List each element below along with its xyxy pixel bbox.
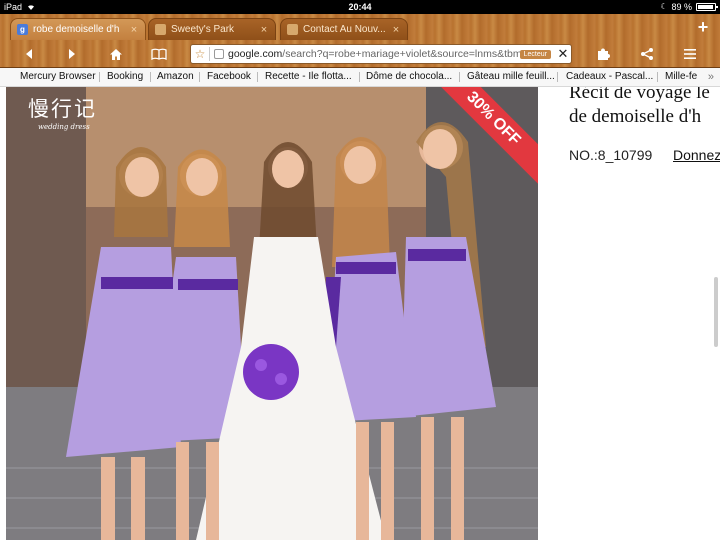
tab-title: Contact Au Nouv...	[303, 24, 386, 35]
brand-logo: 慢行记	[28, 97, 97, 121]
product-title-line-1: Récit de voyage le	[569, 87, 710, 103]
address-bar[interactable]: ☆ google.com/search?q=robe+mariage+viole…	[190, 44, 572, 64]
bookmark-recette[interactable]: Recette - Ile flotta...	[265, 68, 352, 86]
google-icon: g	[17, 24, 28, 35]
bookmark-cadeaux[interactable]: Cadeaux - Pascal...	[566, 68, 653, 86]
tab-google-search[interactable]: g robe demoiselle d'h ×	[10, 18, 146, 40]
forward-arrow-icon	[69, 49, 75, 59]
bridesmaids-illustration	[6, 87, 538, 540]
scrollbar[interactable]	[714, 277, 718, 347]
more-bookmarks-icon[interactable]: »	[708, 68, 714, 86]
battery-percent: 89 %	[671, 2, 692, 12]
tab-title: robe demoiselle d'h	[33, 24, 120, 35]
close-tab-icon[interactable]: ×	[129, 24, 139, 36]
divider	[199, 72, 200, 82]
star-icon[interactable]: ☆	[191, 47, 209, 61]
browser-chrome: g robe demoiselle d'h × Sweety's Park × …	[0, 14, 720, 68]
web-page: 慢行记 wedding dress 30% OFF Récit de voyag…	[0, 87, 720, 540]
bookmark-mille-feuille[interactable]: Mille-fe	[665, 68, 699, 86]
bookmark-mercury-browser[interactable]: Mercury Browser	[20, 68, 96, 86]
forward-button[interactable]	[60, 43, 84, 65]
product-number: NO.:8_10799	[569, 147, 653, 163]
share-icon	[641, 48, 653, 60]
page-icon	[287, 24, 298, 35]
divider	[257, 72, 258, 82]
divider	[557, 72, 558, 82]
close-tab-icon[interactable]: ×	[391, 24, 401, 36]
back-button[interactable]	[17, 43, 41, 65]
bookmark-facebook[interactable]: Facebook	[207, 68, 251, 86]
divider	[657, 72, 658, 82]
menu-icon	[684, 49, 696, 59]
divider	[99, 72, 100, 82]
page-icon	[214, 49, 224, 59]
divider	[209, 47, 210, 61]
home-icon	[110, 48, 122, 60]
clock: 20:44	[348, 2, 372, 12]
tab-title: Sweety's Park	[171, 24, 235, 35]
home-button[interactable]	[104, 43, 128, 65]
product-title-line-2: de demoiselle d'h	[569, 106, 702, 127]
battery-icon	[696, 3, 718, 11]
brand-logo-subtitle: wedding dress	[38, 123, 90, 131]
bookmarks-button[interactable]	[147, 43, 171, 65]
tab-bar: g robe demoiselle d'h × Sweety's Park × …	[0, 14, 720, 40]
menu-button[interactable]	[678, 43, 702, 65]
toolbar: ☆ google.com/search?q=robe+mariage+viole…	[0, 40, 720, 68]
share-button[interactable]	[635, 43, 659, 65]
book-icon	[151, 48, 167, 60]
divider	[150, 72, 151, 82]
tab-sweetys-park[interactable]: Sweety's Park ×	[148, 18, 276, 40]
bookmark-amazon[interactable]: Amazon	[157, 68, 194, 86]
puzzle-icon	[598, 48, 610, 60]
rotation-lock-icon: ☾	[660, 2, 668, 11]
product-photo[interactable]: 慢行记 wedding dress 30% OFF	[6, 87, 538, 540]
extensions-button[interactable]	[591, 43, 615, 65]
back-arrow-icon	[26, 49, 32, 59]
url-text[interactable]: google.com/search?q=robe+mariage+violet&…	[228, 48, 520, 60]
divider	[459, 72, 460, 82]
clear-url-icon[interactable]: ✕	[555, 46, 571, 62]
bookmark-booking[interactable]: Booking	[107, 68, 143, 86]
tab-contact[interactable]: Contact Au Nouv... ×	[280, 18, 408, 40]
divider	[359, 72, 360, 82]
close-tab-icon[interactable]: ×	[259, 24, 269, 36]
page-icon	[155, 24, 166, 35]
status-bar: iPad 20:44 ☾ 89 %	[0, 0, 720, 14]
bookmarks-bar: Mercury Browser Booking Amazon Facebook …	[0, 68, 720, 87]
donnez-link[interactable]: Donnez	[673, 147, 720, 163]
product-info: Récit de voyage le de demoiselle d'h NO.…	[569, 87, 720, 163]
bookmark-gateau[interactable]: Gâteau mille feuill...	[467, 68, 555, 86]
new-tab-button[interactable]: +	[694, 18, 712, 37]
bookmark-dome-chocolat[interactable]: Dôme de chocola...	[366, 68, 452, 86]
reader-button[interactable]: Lecteur	[519, 49, 551, 59]
